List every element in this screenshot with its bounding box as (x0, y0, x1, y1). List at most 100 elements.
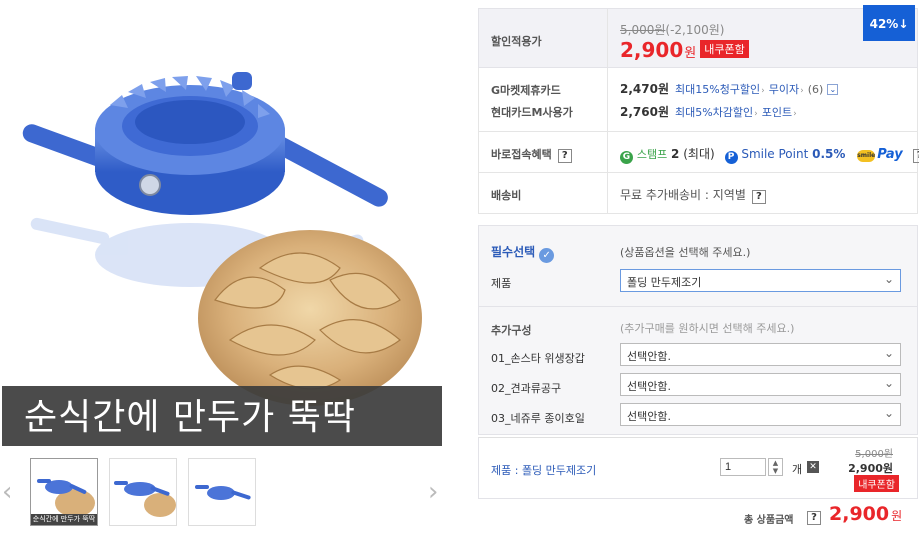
selected-item-name: 제품 : 폴딩 만두제조기 (491, 464, 597, 477)
card-desc-gmarket: 최대15%청구할인› 무이자› (6) ⌄ (675, 81, 839, 97)
total-section: 총 상품금액 ? 2,900 원 (478, 499, 918, 539)
thumbnail-3[interactable] (188, 458, 256, 526)
help-icon[interactable]: ? (557, 149, 572, 163)
chevron-right-icon[interactable]: › (428, 478, 438, 506)
close-icon[interactable]: ✕ (807, 461, 819, 473)
selected-price: 2,900원 (848, 462, 893, 475)
shipping-section: 배송비 무료 추가배송비 : 지역별? (478, 173, 918, 214)
card-discount-link[interactable]: 최대15%청구할인 (675, 83, 760, 96)
benefit-section: 바로접속혜택? G 스탬프 2 (최대) P Smile Point 0.5% … (478, 132, 919, 173)
selected-coupon-badge[interactable]: 내쿠폰함 (854, 475, 899, 492)
chevron-right-icon: › (800, 86, 804, 96)
thumbnail-3-image (195, 485, 251, 500)
chevron-down-icon[interactable]: ⌄ (827, 84, 839, 95)
required-option-label: 제품 (491, 277, 512, 290)
additional-option-hint: (추가구매를 원하시면 선택해 주세요.) (620, 322, 795, 335)
quantity-input[interactable] (720, 458, 766, 476)
chevron-left-icon[interactable]: ‹ (2, 478, 12, 506)
chevron-down-icon: ⌄ (883, 376, 894, 390)
benefit-label: 바로접속혜택? (491, 146, 572, 163)
additional-option-select[interactable]: 선택안함. ⌄ (620, 343, 901, 366)
additional-option-select[interactable]: 선택안함. ⌄ (620, 373, 901, 396)
additional-option-value: 선택안함. (627, 350, 671, 363)
card-price-hyundai: 2,760원 (620, 105, 669, 119)
additional-option-value: 선택안함. (627, 410, 671, 423)
total-price: 2,900 원 (829, 503, 902, 525)
main-product-image (0, 0, 445, 450)
discount-amount: (-2,100원) (665, 23, 725, 37)
thumbnail-caption: 순식간에 만두가 뚝딱 (31, 514, 97, 525)
coupon-badge[interactable]: 내쿠폰함 (700, 40, 749, 58)
price-label: 할인적용가 (491, 35, 542, 48)
total-help: ? (801, 509, 821, 525)
smile-point-icon: P (724, 151, 738, 164)
discount-rate-badge: 42%↓ (863, 5, 915, 41)
column-divider (607, 9, 608, 67)
quantity-stepper[interactable]: ▲ ▼ (768, 458, 783, 476)
stamp-label: 스탬프 (636, 148, 668, 161)
total-unit: 원 (891, 509, 903, 523)
smile-pay-logo: smile Pay (857, 147, 903, 162)
price-section: 할인적용가 5,000원(-2,100원) 2,900원 내쿠폰함 42%↓ (478, 5, 918, 68)
total-amount: 2,900 (829, 503, 890, 525)
additional-option-value: 선택안함. (627, 380, 671, 393)
smile-pay-text: Pay (877, 147, 903, 162)
chevron-right-icon: › (761, 86, 765, 96)
original-price-value: 5,000 (620, 23, 655, 37)
shipping-text: 무료 추가배송비 : 지역별 (620, 188, 746, 202)
stamp-icon: G (620, 151, 633, 164)
chevron-down-icon: ⌄ (883, 272, 894, 286)
quantity-unit: 개 (792, 463, 803, 476)
installment-link[interactable]: 무이자 (769, 83, 799, 96)
additional-option-label: 01_손스타 위생장갑 (491, 352, 585, 365)
product-caption: 순식간에 만두가 뚝딱 (24, 397, 356, 438)
help-icon[interactable]: ? (807, 511, 821, 525)
column-divider (607, 173, 608, 213)
stamp-note: (최대) (683, 147, 715, 161)
card-discount-link[interactable]: 최대5%차감할인 (675, 106, 753, 119)
check-icon: ✓ (539, 248, 555, 263)
point-link[interactable]: 포인트 (762, 106, 792, 119)
help-icon[interactable]: ? (751, 190, 766, 204)
thumbnail-2[interactable] (109, 458, 177, 526)
additional-option-title: 추가구성 (491, 324, 532, 337)
installment-count: (6) (807, 83, 824, 96)
required-option-select[interactable]: 폴딩 만두제조기 ⌄ (620, 269, 901, 292)
selected-original-price: 5,000원 (855, 449, 893, 460)
original-price: 5,000원(-2,100원) (620, 21, 725, 38)
dumpling-maker-illustration (22, 72, 422, 406)
smile-coin-icon: smile (857, 150, 875, 162)
options-divider (479, 306, 917, 307)
required-option-value: 폴딩 만두제조기 (627, 276, 702, 289)
selected-item-row: 제품 : 폴딩 만두제조기 ▲▼ 개 ✕ 5,000원 2,900원 내쿠폰함 (478, 437, 918, 499)
total-label: 총 상품금액 (744, 515, 794, 526)
help-icon[interactable]: ? (912, 149, 919, 163)
thumbnail-1[interactable]: 순식간에 만두가 뚝딱 (30, 458, 98, 526)
sale-price-unit: 원 (684, 46, 697, 61)
benefit-items: G 스탬프 2 (최대) P Smile Point 0.5% smile Pay… (620, 145, 919, 164)
card-discount-section: G마켓제휴카드 2,470원 최대15%청구할인› 무이자› (6) ⌄ 현대카드M사… (478, 68, 918, 132)
shipping-info: 무료 추가배송비 : 지역별? (620, 186, 766, 204)
thumbnail-2-image (114, 481, 176, 517)
options-section: 필수선택 ✓ (상품옵션을 선택해 주세요.) 제품 폴딩 만두제조기 ⌄ 추가구성… (478, 225, 918, 435)
chevron-down-icon: ⌄ (883, 406, 894, 420)
column-divider (607, 132, 608, 172)
additional-option-select[interactable]: 선택안함. ⌄ (620, 403, 901, 426)
smile-point-rate: 0.5% (812, 147, 846, 161)
benefit-label-text: 바로접속혜택 (491, 148, 552, 161)
smile-point-label: Smile Point (741, 147, 809, 161)
required-option-hint: (상품옵션을 선택해 주세요.) (620, 246, 751, 259)
card-label-hyundai: 현대카드M사용가 (491, 106, 573, 119)
card-label-gmarket: G마켓제휴카드 (491, 84, 561, 97)
chevron-right-icon: › (793, 109, 797, 119)
card-desc-hyundai: 최대5%차감할인› 포인트› (675, 104, 801, 120)
chevron-right-icon: › (754, 109, 758, 119)
required-option-title: 필수선택 ✓ (491, 243, 555, 263)
product-gallery: 순식간에 만두가 뚝딱 ‹ 순식간에 만두가 뚝딱 › (0, 0, 455, 540)
stamp-count: 2 (671, 147, 680, 161)
column-divider (607, 68, 608, 131)
original-price-unit: 원 (654, 23, 666, 37)
chevron-down-icon: ⌄ (883, 346, 894, 360)
required-option-text: 필수선택 (491, 245, 536, 259)
additional-option-label: 02_견과류공구 (491, 382, 562, 395)
